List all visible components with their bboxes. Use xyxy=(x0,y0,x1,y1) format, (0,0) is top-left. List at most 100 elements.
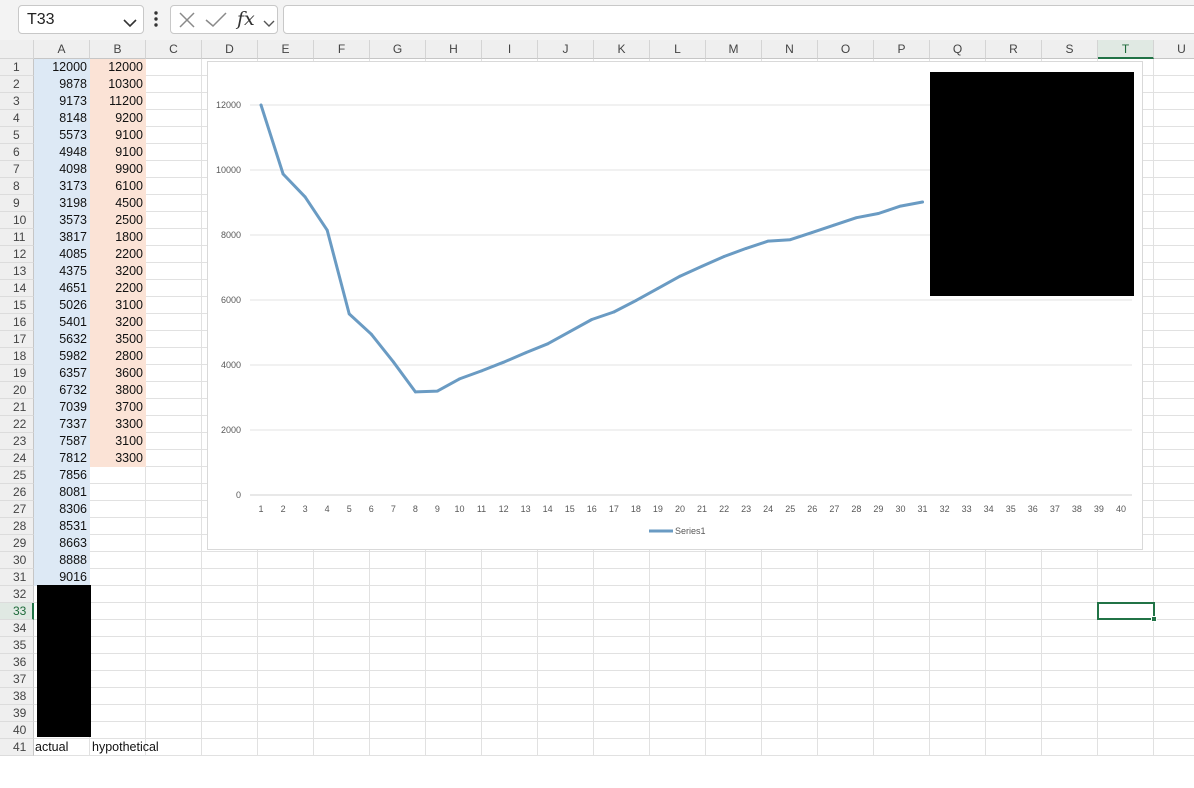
row-header-11[interactable]: 11 xyxy=(0,229,34,246)
cell-b7[interactable]: 9900 xyxy=(90,161,146,178)
cell-b12[interactable]: 2200 xyxy=(90,246,146,263)
cell-a26[interactable]: 8081 xyxy=(34,484,90,501)
cell-a24[interactable]: 7812 xyxy=(34,450,90,467)
row-header-18[interactable]: 18 xyxy=(0,348,34,365)
column-header-k[interactable]: K xyxy=(594,40,650,59)
row-header-6[interactable]: 6 xyxy=(0,144,34,161)
cell-a19[interactable]: 6357 xyxy=(34,365,90,382)
cell-b2[interactable]: 10300 xyxy=(90,76,146,93)
fx-icon[interactable]: fx xyxy=(237,8,255,30)
cell-b5[interactable]: 9100 xyxy=(90,127,146,144)
row-header-12[interactable]: 12 xyxy=(0,246,34,263)
fill-handle[interactable] xyxy=(1151,616,1157,622)
cell-a18[interactable]: 5982 xyxy=(34,348,90,365)
cell-b11[interactable]: 1800 xyxy=(90,229,146,246)
cell-b20[interactable]: 3800 xyxy=(90,382,146,399)
row-header-9[interactable]: 9 xyxy=(0,195,34,212)
row-header-22[interactable]: 22 xyxy=(0,416,34,433)
cell-a7[interactable]: 4098 xyxy=(34,161,90,178)
row-header-20[interactable]: 20 xyxy=(0,382,34,399)
row-header-32[interactable]: 32 xyxy=(0,586,34,603)
column-header-g[interactable]: G xyxy=(370,40,426,59)
row-header-17[interactable]: 17 xyxy=(0,331,34,348)
active-cell-selection[interactable] xyxy=(1097,602,1155,620)
cell-a1[interactable]: 12000 xyxy=(34,59,90,76)
formula-input[interactable] xyxy=(283,5,1194,34)
row-header-31[interactable]: 31 xyxy=(0,569,34,586)
cell-a41[interactable]: actual xyxy=(35,739,90,756)
cell-a21[interactable]: 7039 xyxy=(34,399,90,416)
column-header-d[interactable]: D xyxy=(202,40,258,59)
column-header-a[interactable]: A xyxy=(34,40,90,59)
cell-b23[interactable]: 3100 xyxy=(90,433,146,450)
cell-a31[interactable]: 9016 xyxy=(34,569,90,586)
cell-b13[interactable]: 3200 xyxy=(90,263,146,280)
row-header-34[interactable]: 34 xyxy=(0,620,34,637)
column-header-b[interactable]: B xyxy=(90,40,146,59)
row-header-41[interactable]: 41 xyxy=(0,739,34,756)
cell-b16[interactable]: 3200 xyxy=(90,314,146,331)
column-header-n[interactable]: N xyxy=(762,40,818,59)
row-header-29[interactable]: 29 xyxy=(0,535,34,552)
close-icon[interactable] xyxy=(178,12,196,33)
column-header-s[interactable]: S xyxy=(1042,40,1098,59)
row-header-25[interactable]: 25 xyxy=(0,467,34,484)
row-header-14[interactable]: 14 xyxy=(0,280,34,297)
row-header-7[interactable]: 7 xyxy=(0,161,34,178)
cell-b14[interactable]: 2200 xyxy=(90,280,146,297)
cell-a27[interactable]: 8306 xyxy=(34,501,90,518)
row-header-16[interactable]: 16 xyxy=(0,314,34,331)
row-header-26[interactable]: 26 xyxy=(0,484,34,501)
cell-a2[interactable]: 9878 xyxy=(34,76,90,93)
cell-b9[interactable]: 4500 xyxy=(90,195,146,212)
column-header-t[interactable]: T xyxy=(1098,40,1154,59)
row-header-39[interactable]: 39 xyxy=(0,705,34,722)
cell-b18[interactable]: 2800 xyxy=(90,348,146,365)
row-header-4[interactable]: 4 xyxy=(0,110,34,127)
cell-a13[interactable]: 4375 xyxy=(34,263,90,280)
name-box[interactable]: T33 xyxy=(18,5,144,34)
cell-a25[interactable]: 7856 xyxy=(34,467,90,484)
row-header-1[interactable]: 1 xyxy=(0,59,34,76)
row-header-10[interactable]: 10 xyxy=(0,212,34,229)
cell-a22[interactable]: 7337 xyxy=(34,416,90,433)
cell-b21[interactable]: 3700 xyxy=(90,399,146,416)
column-header-j[interactable]: J xyxy=(538,40,594,59)
cell-a14[interactable]: 4651 xyxy=(34,280,90,297)
cell-b17[interactable]: 3500 xyxy=(90,331,146,348)
cell-a16[interactable]: 5401 xyxy=(34,314,90,331)
row-header-23[interactable]: 23 xyxy=(0,433,34,450)
row-header-27[interactable]: 27 xyxy=(0,501,34,518)
column-header-f[interactable]: F xyxy=(314,40,370,59)
row-header-19[interactable]: 19 xyxy=(0,365,34,382)
row-header-28[interactable]: 28 xyxy=(0,518,34,535)
column-header-c[interactable]: C xyxy=(146,40,202,59)
cell-a4[interactable]: 8148 xyxy=(34,110,90,127)
cell-a5[interactable]: 5573 xyxy=(34,127,90,144)
cell-b15[interactable]: 3100 xyxy=(90,297,146,314)
column-header-o[interactable]: O xyxy=(818,40,874,59)
cell-a9[interactable]: 3198 xyxy=(34,195,90,212)
row-header-33[interactable]: 33 xyxy=(0,603,34,620)
chevron-down-icon[interactable] xyxy=(263,15,275,33)
row-header-30[interactable]: 30 xyxy=(0,552,34,569)
cell-a3[interactable]: 9173 xyxy=(34,93,90,110)
column-header-i[interactable]: I xyxy=(482,40,538,59)
line-chart[interactable]: 0 2000 4000 6000 8000 10000 12000 1 2 3 4 5 6 7 8 9 10 11… xyxy=(207,61,1143,550)
row-header-37[interactable]: 37 xyxy=(0,671,34,688)
cell-a20[interactable]: 6732 xyxy=(34,382,90,399)
cell-b6[interactable]: 9100 xyxy=(90,144,146,161)
row-header-3[interactable]: 3 xyxy=(0,93,34,110)
row-header-24[interactable]: 24 xyxy=(0,450,34,467)
cell-b24[interactable]: 3300 xyxy=(90,450,146,467)
row-header-13[interactable]: 13 xyxy=(0,263,34,280)
cell-a30[interactable]: 8888 xyxy=(34,552,90,569)
cell-b3[interactable]: 11200 xyxy=(90,93,146,110)
cell-a6[interactable]: 4948 xyxy=(34,144,90,161)
row-header-36[interactable]: 36 xyxy=(0,654,34,671)
vertical-dots-icon[interactable] xyxy=(153,10,159,33)
cell-b19[interactable]: 3600 xyxy=(90,365,146,382)
cell-a29[interactable]: 8663 xyxy=(34,535,90,552)
cell-a15[interactable]: 5026 xyxy=(34,297,90,314)
cell-a28[interactable]: 8531 xyxy=(34,518,90,535)
